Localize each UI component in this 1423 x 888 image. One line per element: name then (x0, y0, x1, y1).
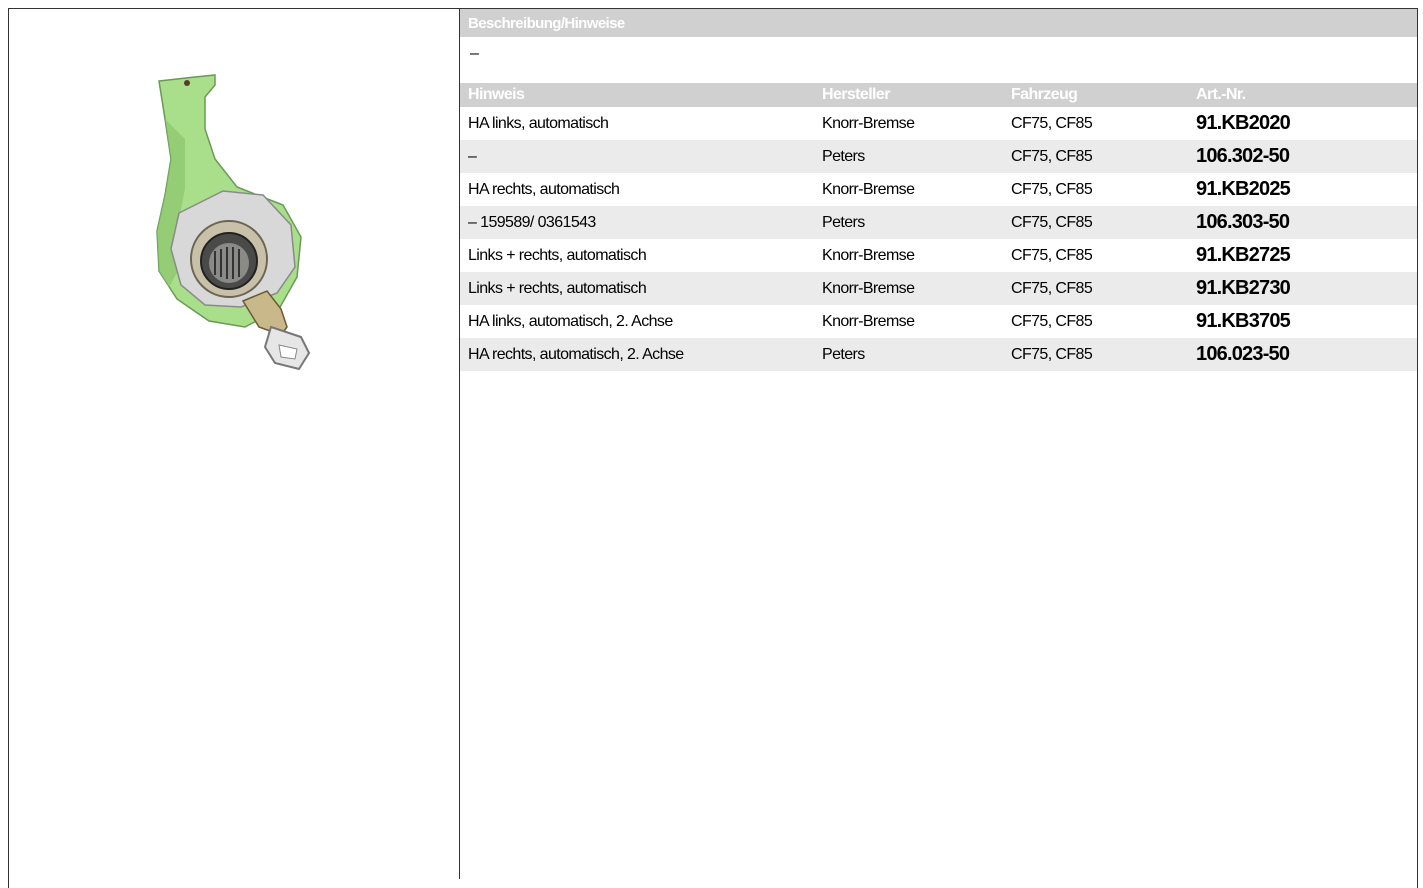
cell-fahrzeug: CF75, CF85 (1011, 246, 1093, 264)
cell-hinweis: Links + rechts, automatisch (460, 272, 814, 305)
cell-hinweis: HA links, automatisch (468, 114, 609, 132)
cell-fahrzeug: CF75, CF85 (1003, 272, 1188, 305)
cell-art-nr: 106.302-50 (1188, 140, 1417, 173)
cell-hersteller: Peters (814, 338, 1003, 371)
cell-hinweis: – (460, 140, 814, 173)
details-panel: Beschreibung/Hinweise – Hinweis Herstell… (460, 9, 1417, 371)
table-row: – Peters CF75, CF85 106.302-50 (460, 140, 1417, 173)
cell-hinweis: Links + rechts, automatisch (468, 246, 647, 264)
cell-hinweis: HA rechts, automatisch (468, 180, 620, 198)
cell-art-nr: 91.KB2020 (1196, 112, 1291, 134)
column-header-art-nr: Art.-Nr. (1188, 83, 1417, 107)
cell-hersteller: Knorr-Bremse (822, 246, 915, 264)
table-row: – 159589/ 0361543 Peters CF75, CF85 106.… (460, 206, 1417, 239)
cell-fahrzeug: CF75, CF85 (1011, 180, 1093, 198)
slack-adjuster-image (156, 74, 311, 371)
cell-hersteller: Peters (814, 140, 1003, 173)
cell-fahrzeug: CF75, CF85 (1003, 206, 1188, 239)
description-header: Beschreibung/Hinweise (460, 9, 1417, 37)
cell-hersteller: Knorr-Bremse (822, 180, 915, 198)
table-row: HA links, automatisch, 2. Achse Knorr-Br… (460, 305, 1417, 338)
cell-fahrzeug: CF75, CF85 (1011, 312, 1093, 330)
cell-fahrzeug: CF75, CF85 (1003, 140, 1188, 173)
parts-table: Hinweis Hersteller Fahrzeug Art.-Nr. HA … (460, 83, 1417, 371)
cell-fahrzeug: CF75, CF85 (1003, 338, 1188, 371)
cell-hersteller: Knorr-Bremse (822, 114, 915, 132)
table-row: Links + rechts, automatisch Knorr-Bremse… (460, 239, 1417, 272)
product-image-cell (9, 9, 459, 409)
cell-hersteller: Knorr-Bremse (822, 312, 915, 330)
table-row: HA rechts, automatisch Knorr-Bremse CF75… (460, 173, 1417, 206)
table-row: Links + rechts, automatisch Knorr-Bremse… (460, 272, 1417, 305)
cell-hinweis: – 159589/ 0361543 (460, 206, 814, 239)
cell-hinweis: HA links, automatisch, 2. Achse (468, 312, 673, 330)
cell-art-nr: 91.KB3705 (1196, 310, 1291, 332)
column-header-hinweis: Hinweis (460, 83, 814, 107)
cell-art-nr: 91.KB2725 (1196, 244, 1291, 266)
cell-hersteller: Knorr-Bremse (814, 272, 1003, 305)
column-header-fahrzeug: Fahrzeug (1003, 83, 1188, 107)
table-row: HA rechts, automatisch, 2. Achse Peters … (460, 338, 1417, 371)
description-text: – (470, 45, 479, 62)
cell-art-nr: 106.023-50 (1188, 338, 1417, 371)
table-header-row: Hinweis Hersteller Fahrzeug Art.-Nr. (460, 83, 1417, 107)
cell-art-nr: 106.303-50 (1188, 206, 1417, 239)
cell-hersteller: Peters (814, 206, 1003, 239)
table-row: HA links, automatisch Knorr-Bremse CF75,… (460, 107, 1417, 140)
cell-fahrzeug: CF75, CF85 (1011, 114, 1093, 132)
cell-art-nr: 91.KB2730 (1188, 272, 1417, 305)
column-header-hersteller: Hersteller (814, 83, 1003, 107)
cell-hinweis: HA rechts, automatisch, 2. Achse (460, 338, 814, 371)
cell-art-nr: 91.KB2025 (1196, 178, 1291, 200)
